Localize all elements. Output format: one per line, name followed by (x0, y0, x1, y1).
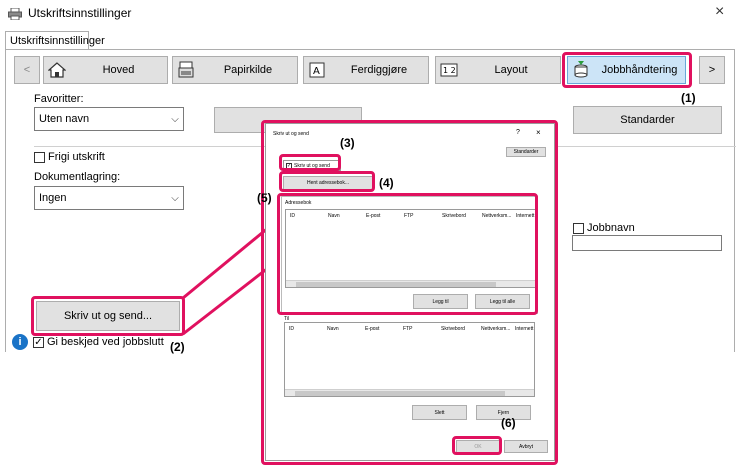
highlight-5 (277, 193, 538, 315)
col-ftp: FTP (403, 326, 413, 332)
highlight-4 (279, 171, 375, 192)
col-desktop: Skrivebord (441, 326, 465, 332)
horizontal-scrollbar[interactable] (285, 389, 534, 396)
cancel-button[interactable]: Avbryt (504, 440, 548, 453)
highlight-3 (279, 154, 341, 171)
dialog-close-button[interactable]: × (536, 128, 541, 137)
dialog-defaults-button[interactable]: Standarder (506, 147, 546, 157)
callout-1: (1) (681, 91, 696, 105)
dialog-help-button[interactable]: ? (516, 129, 520, 136)
callout-5: (5) (257, 191, 272, 205)
delete-button[interactable]: Slett (412, 405, 467, 420)
col-network: Nettverksm... (481, 326, 511, 332)
callout-6: (6) (501, 416, 516, 430)
col-name: Navn (327, 326, 339, 332)
to-list[interactable]: ID Navn E-post FTP Skrivebord Nettverksm… (284, 322, 535, 397)
callout-2: (2) (170, 340, 185, 354)
col-internet: Internett (515, 326, 534, 332)
highlight-6 (452, 436, 502, 455)
dialog-title: Skriv ut og send (273, 131, 309, 137)
scrollbar-thumb[interactable] (295, 391, 505, 396)
callout-3: (3) (340, 136, 355, 150)
col-id: ID (289, 326, 294, 332)
col-email: E-post (365, 326, 380, 332)
callout-4: (4) (379, 176, 394, 190)
